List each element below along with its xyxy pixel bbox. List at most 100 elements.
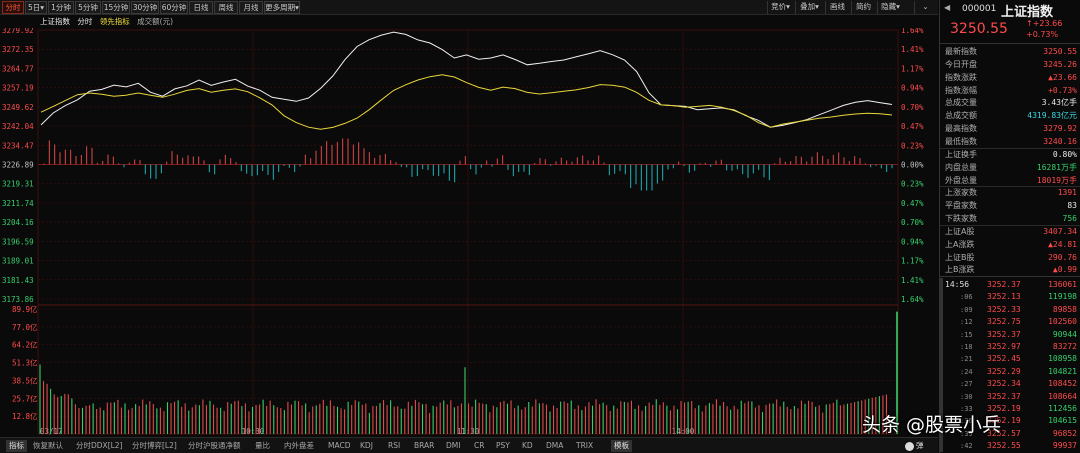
price-change: ↑+23.66: [1026, 19, 1063, 28]
prev-arrow-icon[interactable]: ◀: [944, 3, 952, 13]
indicator-tab-10[interactable]: BRAR: [414, 440, 434, 452]
collapse-icon[interactable]: ⌄: [914, 1, 936, 14]
indicator-tab-2[interactable]: 分时DDX[L2]: [76, 440, 123, 452]
trade-time: :18: [960, 343, 973, 351]
pct-tick: 0.23%: [901, 141, 924, 150]
quote-value: ▲24.81: [1048, 239, 1077, 249]
price-tick: 3279.92: [2, 28, 34, 35]
quote-row: 上证B股 290.76: [940, 251, 1080, 264]
price-tick: 3234.47: [2, 141, 34, 150]
trade-price: 3252.97: [987, 342, 1021, 351]
vol-tick: 25.7亿: [12, 393, 38, 403]
period-tab-8[interactable]: 周线: [214, 1, 238, 14]
tool-1[interactable]: 叠加▾: [795, 1, 823, 14]
indicator-tab-3[interactable]: 分时博弈[L2]: [132, 440, 177, 452]
quote-header: ◀ 000001 上证指数 3250.55 ↑+23.66 +0.73%: [940, 0, 1080, 44]
trade-price: 3252.34: [987, 379, 1021, 389]
trade-volume: 108664: [1048, 391, 1077, 401]
period-tab-10[interactable]: 更多周期▾: [264, 1, 300, 14]
trade-time: :42: [960, 442, 973, 451]
trade-row: :21 3252.45 108958: [940, 353, 1080, 365]
period-tab-9[interactable]: 月线: [239, 1, 263, 14]
period-toolbar: 分时 5日▾ 1分钟 5分钟 15分钟 30分钟 60分钟 日线 周线 月线 更多周期▾ 竞价▾ 叠加▾…: [0, 0, 938, 15]
quote-row: 上涨家数 1391: [940, 186, 1080, 199]
quote-value: 290.76: [1048, 252, 1077, 262]
indicator-tab-15[interactable]: DMA: [546, 440, 563, 452]
trade-row: :12 3252.75 102560: [940, 316, 1080, 328]
period-tab-5[interactable]: 30分钟: [131, 1, 159, 14]
indicator-tabbar: 指标 恢复默认 分时DDX[L2] 分时博弈[L2] 分时沪股通净额 量比 内外盘差 MACD…: [0, 437, 938, 453]
trade-volume: 104615: [1048, 416, 1077, 426]
vol-tick: 64.2亿: [12, 340, 38, 350]
quote-label: 今日开盘: [945, 59, 977, 69]
popup-toggle-label: 弹: [916, 441, 924, 450]
indicator-tab-11[interactable]: DMI: [446, 440, 460, 452]
pct-tick: 0.00%: [901, 161, 924, 170]
trade-volume: 108958: [1048, 354, 1077, 364]
quote-value: ▲0.99: [1052, 265, 1077, 275]
indicator-tab-17[interactable]: 模板: [611, 440, 632, 452]
trade-volume: 136061: [1048, 280, 1077, 289]
quote-row: 上证A股 3407.34: [940, 225, 1080, 238]
quote-label: 外盘总量: [945, 175, 977, 185]
trade-volume: 104821: [1048, 366, 1077, 376]
indicator-tab-16[interactable]: TRIX: [576, 440, 593, 452]
trade-volume: 83272: [1052, 342, 1077, 351]
vol-tick: 51.3亿: [12, 358, 38, 368]
quote-label: 内盘总量: [945, 162, 977, 172]
vol-tick: 89.9亿: [12, 304, 38, 314]
indicator-tab-14[interactable]: KD: [522, 440, 533, 452]
quote-label: 上证B股: [945, 252, 975, 262]
trade-row: :06 3252.13 119198: [940, 291, 1080, 303]
trade-row: :30 3252.37 108664: [940, 391, 1080, 403]
indicator-tab-0[interactable]: 指标: [6, 440, 27, 452]
quote-value: 3407.34: [1043, 226, 1077, 236]
security-code: 000001: [962, 4, 997, 14]
price-tick: 3211.74: [2, 199, 34, 208]
indicator-tab-6[interactable]: 内外盘差: [284, 440, 314, 452]
indicator-tab-5[interactable]: 量比: [255, 440, 270, 452]
quote-row: 总成交量 3.43亿手: [940, 96, 1080, 109]
trade-price: 3252.37: [987, 280, 1021, 289]
indicator-tab-8[interactable]: KDJ: [360, 440, 373, 452]
price-change-pct: +0.73%: [1026, 30, 1059, 39]
indicator-tab-7[interactable]: MACD: [328, 440, 350, 452]
trade-row: :09 3252.33 89858: [940, 304, 1080, 316]
tool-0[interactable]: 竞价▾: [767, 1, 793, 14]
price-tick: 3257.19: [2, 84, 34, 93]
indicator-tab-12[interactable]: CR: [474, 440, 484, 452]
trade-price: 3252.75: [987, 317, 1021, 327]
legend-amount: 成交额(元): [137, 17, 174, 26]
quote-row: 外盘总量 18019万手: [940, 174, 1080, 187]
price-tick: 3242.04: [2, 122, 34, 131]
indicator-tab-1[interactable]: 恢复默认: [33, 440, 63, 452]
trade-row: :24 3252.29 104821: [940, 366, 1080, 378]
period-tab-6[interactable]: 60分钟: [160, 1, 188, 14]
period-tab-3[interactable]: 5分钟: [75, 1, 101, 14]
tool-4[interactable]: 隐藏▾: [877, 1, 903, 14]
indicator-tab-13[interactable]: PSY: [496, 440, 510, 452]
indicator-tab-4[interactable]: 分时沪股通净额: [188, 440, 241, 452]
trade-row: :42 3252.55 99937: [940, 440, 1080, 452]
period-tab-1[interactable]: 5日▾: [25, 1, 47, 14]
period-tab-2[interactable]: 1分钟: [48, 1, 74, 14]
indicator-tab-9[interactable]: RSI: [388, 440, 400, 452]
price-change-value: +23.66: [1032, 19, 1063, 28]
vol-tick: 12.8亿: [12, 411, 38, 421]
period-tab-0[interactable]: 分时: [2, 1, 24, 14]
tool-3[interactable]: 简约: [851, 1, 875, 14]
trade-price: 3252.45: [987, 354, 1021, 364]
period-tab-7[interactable]: 日线: [189, 1, 213, 14]
price-tick: 3219.31: [2, 180, 34, 189]
period-tab-4[interactable]: 15分钟: [102, 1, 130, 14]
quote-label: 总成交额: [945, 111, 977, 121]
quote-row: 总成交额 4319.83亿元: [940, 109, 1080, 122]
tool-2[interactable]: 画线: [825, 1, 849, 14]
quote-label: 最新指数: [945, 47, 977, 56]
popup-toggle[interactable]: 弹: [905, 440, 924, 452]
current-price: 3250.55: [950, 21, 1008, 37]
legend-time: 分时: [77, 17, 93, 26]
security-name: 上证指数: [1001, 5, 1054, 20]
pct-tick: 1.64%: [901, 28, 924, 35]
intraday-chart[interactable]: 3279.92 1.64% 3272.35 1.41% 3264.77 1.17% 3257…: [0, 28, 938, 437]
